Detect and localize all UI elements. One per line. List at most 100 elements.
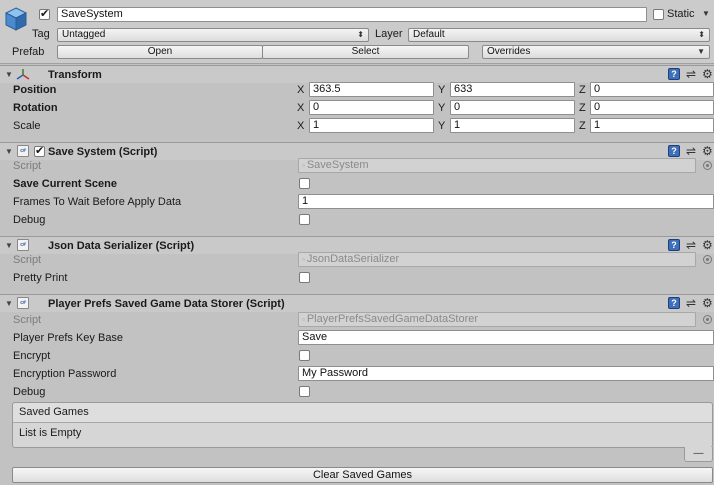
scale-y-field[interactable]: 1 [450, 118, 575, 133]
frames-to-wait-field[interactable]: 1 [298, 194, 714, 209]
script-file-icon: ▫ [302, 255, 305, 264]
layer-dropdown[interactable]: Default ⬍ [408, 28, 710, 42]
key-base-field[interactable]: Save [298, 330, 714, 345]
position-label: Position [13, 84, 57, 96]
transform-axis-icon [16, 69, 30, 80]
script-file-icon: ▫ [302, 161, 305, 170]
encryption-password-label: Encryption Password [13, 368, 117, 380]
presets-icon[interactable]: ⇌ [686, 239, 696, 251]
script-file-icon: ▫ [302, 315, 305, 324]
save-current-scene-checkbox[interactable] [299, 178, 310, 189]
rotation-z-field[interactable]: 0 [590, 100, 714, 115]
axis-y-label[interactable]: Y [438, 119, 445, 133]
prefab-label: Prefab [12, 46, 45, 58]
tag-dropdown[interactable]: Untagged ⬍ [57, 28, 369, 42]
position-z-field[interactable]: 0 [590, 82, 714, 97]
chevron-down-icon: ▼ [697, 47, 705, 56]
help-icon[interactable]: ? [668, 145, 680, 157]
axis-z-label[interactable]: Z [579, 83, 586, 97]
component-enabled-checkbox[interactable] [34, 144, 45, 157]
dropdown-arrow-icon: ⬍ [357, 30, 364, 39]
pretty-print-label: Pretty Print [13, 272, 68, 284]
help-icon[interactable]: ? [668, 68, 680, 80]
gameobject-name-field[interactable]: SaveSystem [57, 7, 647, 22]
position-x-field[interactable]: 363.5 [309, 82, 434, 97]
layer-label: Layer [375, 28, 403, 40]
debug-checkbox[interactable] [299, 386, 310, 397]
rotation-label: Rotation [13, 102, 58, 114]
object-picker-icon[interactable] [703, 161, 712, 170]
encrypt-label: Encrypt [13, 350, 51, 362]
script-value: JsonDataSerializer [306, 253, 400, 265]
presets-icon[interactable]: ⇌ [686, 68, 696, 80]
script-label: Script [13, 254, 42, 266]
gameobject-header: SaveSystem Static ▼ Tag Untagged ⬍ Layer… [0, 0, 714, 64]
list-remove-button[interactable]: — [684, 447, 713, 462]
foldout-icon[interactable]: ▼ [5, 147, 13, 156]
axis-x-label[interactable]: X [297, 101, 304, 115]
gear-icon[interactable]: ⚙ [702, 145, 713, 157]
help-icon[interactable]: ? [668, 239, 680, 251]
scale-z-field[interactable]: 1 [590, 118, 714, 133]
object-picker-icon[interactable] [703, 315, 712, 324]
encryption-password-field[interactable]: My Password [298, 366, 714, 381]
debug-label: Debug [13, 386, 46, 398]
prefab-overrides-dropdown[interactable]: Overrides ▼ [482, 45, 710, 59]
foldout-icon[interactable]: ▼ [5, 299, 13, 308]
foldout-icon[interactable]: ▼ [5, 70, 13, 79]
player-prefs-script-field: ▫ PlayerPrefsSavedGameDataStorer [298, 312, 696, 327]
gear-icon[interactable]: ⚙ [702, 297, 713, 309]
rotation-y-field[interactable]: 0 [450, 100, 575, 115]
list-empty-text: List is Empty [19, 427, 82, 439]
save-current-scene-label: Save Current Scene [13, 178, 117, 190]
debug-checkbox[interactable] [299, 214, 310, 225]
scale-label: Scale [13, 120, 41, 132]
json-serializer-script-field: ▫ JsonDataSerializer [298, 252, 696, 267]
static-dropdown-arrow[interactable]: ▼ [702, 9, 710, 18]
axis-x-label[interactable]: X [297, 83, 304, 97]
overrides-value: Overrides [487, 46, 531, 57]
key-base-label: Player Prefs Key Base [13, 332, 124, 344]
axis-z-label[interactable]: Z [579, 119, 586, 133]
tag-label: Tag [32, 28, 50, 40]
encrypt-checkbox[interactable] [299, 350, 310, 361]
foldout-icon[interactable]: ▼ [5, 241, 13, 250]
script-value: SaveSystem [306, 159, 369, 171]
axis-y-label[interactable]: Y [438, 83, 445, 97]
script-icon: c# [17, 297, 29, 309]
axis-y-label[interactable]: Y [438, 101, 445, 115]
script-icon: c# [17, 239, 29, 251]
debug-label: Debug [13, 214, 46, 226]
presets-icon[interactable]: ⇌ [686, 297, 696, 309]
player-prefs-header[interactable]: ▼ c# Player Prefs Saved Game Data Storer… [0, 294, 714, 312]
saved-games-header: Saved Games [13, 403, 712, 423]
transform-header[interactable]: ▼ Transform ? ⇌ ⚙ [0, 65, 714, 83]
saved-games-list: Saved Games List is Empty [12, 402, 713, 448]
prefab-open-button[interactable]: Open [57, 45, 263, 59]
position-y-field[interactable]: 633 [450, 82, 575, 97]
axis-z-label[interactable]: Z [579, 101, 586, 115]
layer-value: Default [413, 29, 445, 40]
script-label: Script [13, 160, 42, 172]
gear-icon[interactable]: ⚙ [702, 239, 713, 251]
dropdown-arrow-icon: ⬍ [698, 30, 705, 39]
scale-x-field[interactable]: 1 [309, 118, 434, 133]
json-serializer-title: Json Data Serializer (Script) [48, 240, 195, 252]
saved-games-title: Saved Games [19, 406, 89, 418]
script-label: Script [13, 314, 42, 326]
prefab-select-button[interactable]: Select [262, 45, 469, 59]
gear-icon[interactable]: ⚙ [702, 68, 713, 80]
script-value: PlayerPrefsSavedGameDataStorer [306, 313, 479, 325]
static-checkbox[interactable] [653, 9, 664, 20]
clear-saved-games-button[interactable]: Clear Saved Games [12, 467, 713, 483]
static-label: Static [667, 8, 695, 20]
axis-x-label[interactable]: X [297, 119, 304, 133]
frames-to-wait-label: Frames To Wait Before Apply Data [13, 196, 182, 208]
help-icon[interactable]: ? [668, 297, 680, 309]
object-picker-icon[interactable] [703, 255, 712, 264]
pretty-print-checkbox[interactable] [299, 272, 310, 283]
presets-icon[interactable]: ⇌ [686, 145, 696, 157]
save-system-script-field: ▫ SaveSystem [298, 158, 696, 173]
rotation-x-field[interactable]: 0 [309, 100, 434, 115]
active-checkbox[interactable] [39, 7, 50, 20]
